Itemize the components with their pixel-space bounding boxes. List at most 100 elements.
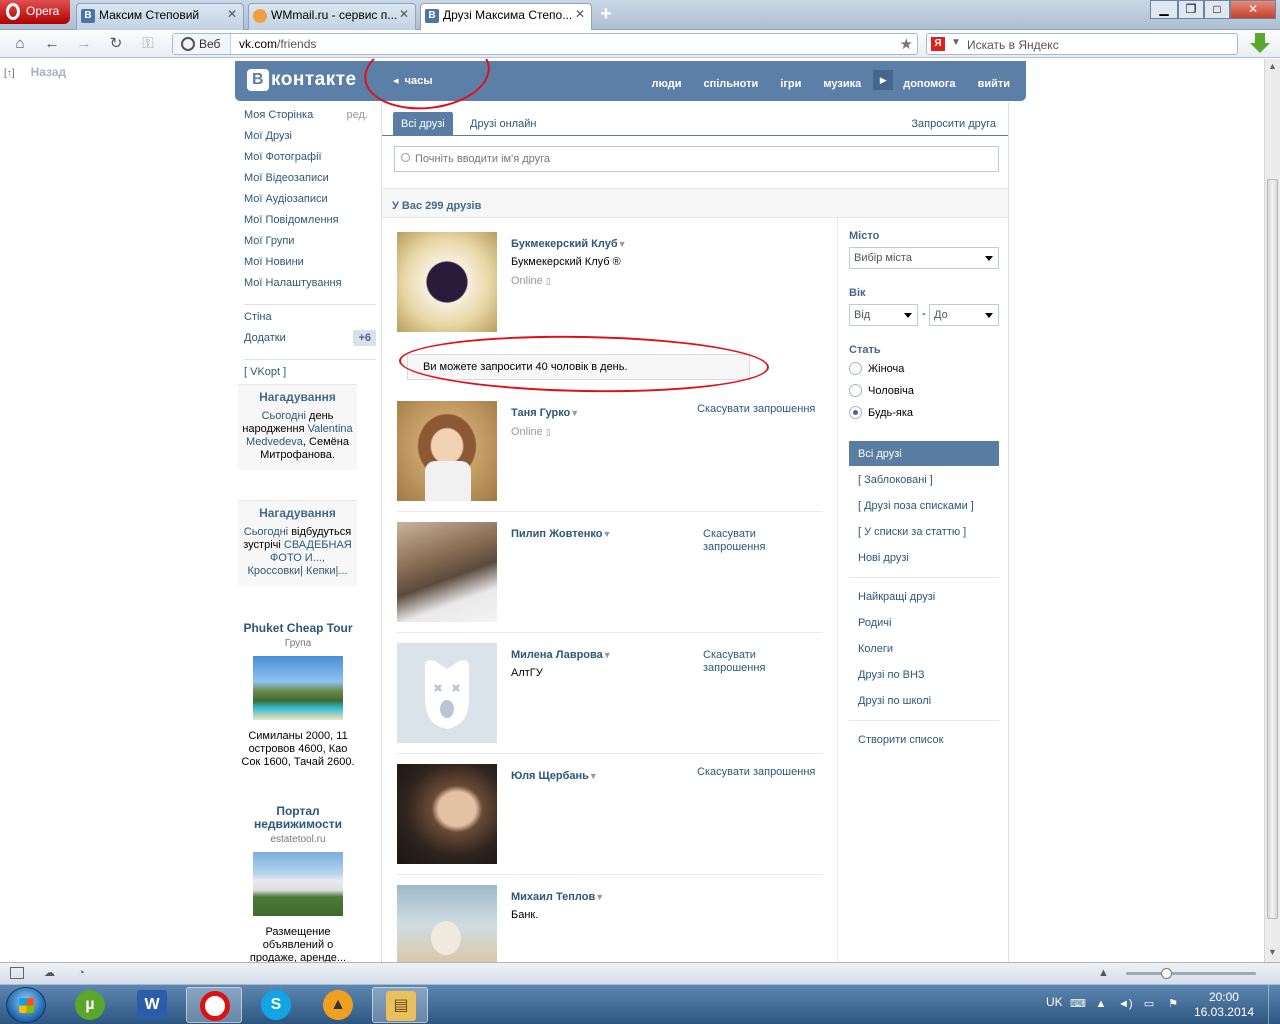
back-link[interactable]: [↑] Назад: [4, 65, 66, 79]
browser-tab-3[interactable]: B Друзі Максима Степо... ✕: [420, 3, 592, 31]
left-menu-item-my-page[interactable]: Моя Сторінка ред.: [244, 109, 376, 130]
forward-arrow-icon[interactable]: →: [74, 35, 94, 53]
show-desktop-button[interactable]: [1268, 985, 1280, 1024]
caret-down-icon[interactable]: ▼: [595, 892, 604, 902]
left-menu-item-photos[interactable]: Мої Фотографії: [244, 151, 376, 172]
list-blocked[interactable]: [ Заблоковані ]: [849, 467, 999, 492]
sex-male-radio[interactable]: Чоловіча: [849, 384, 914, 397]
list-unsorted[interactable]: [ Друзі поза списками ]: [849, 493, 999, 518]
caret-down-icon[interactable]: ▼: [589, 771, 598, 781]
url-text[interactable]: vk.com/friends: [239, 37, 316, 51]
maximize-icon[interactable]: □: [1204, 0, 1230, 19]
friend-avatar[interactable]: [397, 885, 497, 962]
ad-image-beach[interactable]: [253, 656, 343, 720]
menu-logout[interactable]: вийти: [978, 78, 1010, 90]
age-from-select[interactable]: Від: [849, 304, 918, 326]
friend-name[interactable]: Юля Щербань▼: [511, 770, 598, 782]
menu-people[interactable]: люди: [651, 78, 681, 90]
cancel-invite-link[interactable]: Скасувати запрошення: [697, 766, 815, 779]
radio-circle[interactable]: [849, 362, 862, 375]
close-icon[interactable]: ✕: [225, 8, 239, 22]
aimp-icon[interactable]: ▲: [310, 987, 366, 1023]
friend-name[interactable]: Таня Гурко▼: [511, 407, 579, 419]
reminder-today-link[interactable]: Сьогодні: [262, 410, 306, 422]
caret-down-icon[interactable]: ▼: [618, 239, 627, 249]
list-colleagues[interactable]: Колеги: [849, 636, 999, 661]
cancel-invite-link[interactable]: Скасувати запрошення: [703, 649, 779, 675]
menu-help[interactable]: допомога: [903, 78, 955, 90]
caret-down-icon[interactable]: ▼: [603, 650, 612, 660]
restore-icon[interactable]: ❐: [1178, 0, 1204, 19]
left-menu-item-wall[interactable]: Стіна: [244, 311, 376, 332]
tab-friends-online[interactable]: Друзі онлайн: [462, 112, 544, 136]
language-indicator[interactable]: UK: [1046, 995, 1063, 1009]
key-icon[interactable]: ⚿: [138, 35, 158, 53]
address-bar[interactable]: Веб vk.com/friends ★: [172, 33, 918, 55]
friend-name[interactable]: Милена Лаврова▼: [511, 649, 612, 661]
network-icon[interactable]: ▭: [1142, 997, 1156, 1011]
create-list-link[interactable]: Створити список: [849, 727, 999, 752]
close-icon[interactable]: ✕: [573, 8, 587, 22]
list-relatives[interactable]: Родичі: [849, 610, 999, 635]
opera-menu-button[interactable]: Opera: [0, 0, 70, 24]
friend-avatar-placeholder[interactable]: [397, 643, 497, 743]
cancel-invite-link[interactable]: Скасувати запрошення: [703, 528, 779, 554]
back-arrow-icon[interactable]: ←: [42, 35, 62, 53]
minimize-icon[interactable]: ▁: [1150, 0, 1178, 19]
edit-link[interactable]: ред.: [347, 109, 368, 121]
view-icon[interactable]: ▲: [1098, 967, 1112, 979]
yandex-icon[interactable]: Я: [931, 37, 945, 51]
speed-dial-icon[interactable]: ◔: [78, 967, 92, 979]
list-best-friends[interactable]: Найкращі друзі: [849, 584, 999, 609]
menu-music[interactable]: музика: [823, 78, 861, 90]
keyboard-icon[interactable]: ⌨: [1070, 997, 1086, 1011]
chevron-up-icon[interactable]: ▲: [1094, 997, 1108, 1011]
flag-icon[interactable]: ⚑: [1166, 997, 1180, 1011]
scrollbar-thumb[interactable]: [1267, 179, 1278, 919]
explorer-icon[interactable]: ▤: [372, 987, 428, 1023]
ad-image-mansion[interactable]: [253, 852, 343, 916]
panel-toggle-icon[interactable]: [10, 967, 24, 979]
skype-icon[interactable]: S: [248, 987, 304, 1023]
friend-name[interactable]: Михаил Теплов▼: [511, 891, 604, 903]
opera-icon[interactable]: [186, 987, 242, 1023]
ad-block-phuket[interactable]: Phuket Cheap Tour Група Симиланы 2000, 1…: [240, 622, 356, 769]
age-to-select[interactable]: До: [929, 304, 999, 326]
start-button[interactable]: [6, 987, 46, 1023]
download-icon[interactable]: [1250, 33, 1270, 55]
left-menu-item-news[interactable]: Мої Новини: [244, 256, 376, 277]
list-university[interactable]: Друзі по ВНЗ: [849, 662, 999, 687]
left-menu-item-settings[interactable]: Мої Налаштування: [244, 277, 376, 298]
friend-avatar[interactable]: [397, 232, 497, 332]
friend-name[interactable]: Пилип Жовтенко▼: [511, 528, 611, 540]
home-icon[interactable]: ⌂: [10, 35, 30, 53]
list-new-friends[interactable]: Нові друзі: [849, 545, 999, 570]
caret-down-icon[interactable]: ▼: [602, 529, 611, 539]
invite-friend-link[interactable]: Запросити друга: [911, 118, 996, 130]
play-icon[interactable]: ▶: [873, 70, 894, 90]
reload-icon[interactable]: ↻: [106, 35, 126, 53]
scroll-down-icon[interactable]: ▼: [1268, 947, 1277, 957]
friend-name[interactable]: Букмекерский Клуб▼: [511, 238, 627, 250]
reminder-today-link[interactable]: Сьогодні: [244, 526, 288, 538]
left-menu-item-friends[interactable]: Мої Друзі: [244, 130, 376, 151]
ad-title[interactable]: Портал недвижимости: [240, 805, 356, 831]
friend-search-input[interactable]: Почніть вводити ім'я друга: [394, 146, 999, 172]
friend-avatar[interactable]: [397, 401, 497, 501]
tab-all-friends[interactable]: Всі друзі: [393, 112, 453, 136]
volume-icon[interactable]: ◄): [1118, 997, 1133, 1011]
friend-avatar[interactable]: [397, 522, 497, 622]
utorrent-icon[interactable]: µ: [62, 987, 118, 1023]
browser-tab-1[interactable]: B Максим Степовий ✕: [76, 3, 244, 30]
address-prefix[interactable]: Веб: [173, 34, 231, 54]
page-scrollbar[interactable]: ▲ ▼: [1264, 59, 1280, 962]
friend-avatar[interactable]: [397, 764, 497, 864]
close-icon[interactable]: ✕: [397, 8, 411, 22]
radio-circle[interactable]: [849, 384, 862, 397]
close-window-icon[interactable]: ✕: [1230, 0, 1276, 19]
search-box[interactable]: Я ▼ Искать в Яндекс: [926, 33, 1238, 55]
menu-games[interactable]: ігри: [780, 78, 801, 90]
cancel-invite-link[interactable]: Скасувати запрошення: [697, 403, 815, 416]
cloud-icon[interactable]: ☁: [44, 967, 58, 979]
browser-tab-2[interactable]: WMmail.ru - сервис п... ✕: [248, 3, 416, 30]
